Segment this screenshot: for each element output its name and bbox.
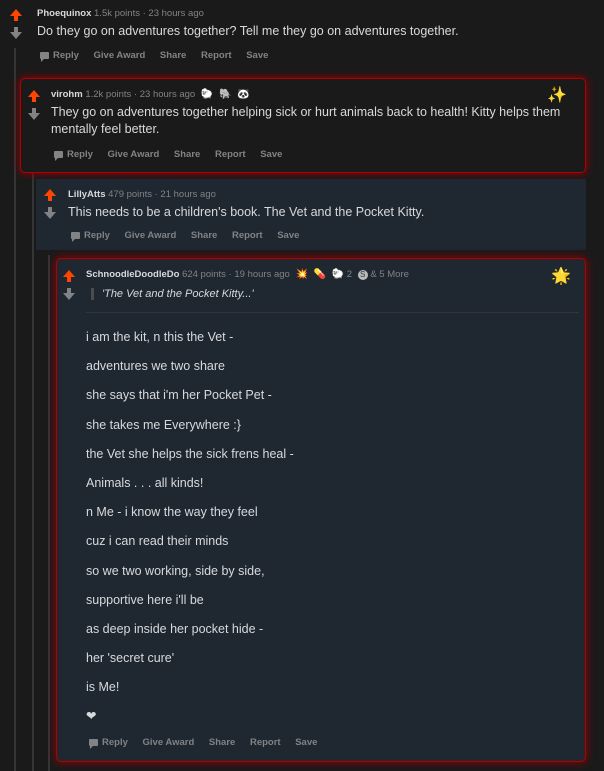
award-icon[interactable]: 🐑 [201,89,213,100]
give-award-button[interactable]: Give Award [143,737,195,748]
give-award-button[interactable]: Give Award [125,230,177,241]
comment-body: This needs to be a children's book. The … [68,205,425,219]
poem-line: so we two working, side by side, [86,563,265,578]
poem-line: the Vet she helps the sick frens heal - [86,446,294,461]
username[interactable]: SchnoodleDoodleDo [86,269,179,280]
poem-line: as deep inside her pocket hide - [86,621,264,636]
poem-line: Animals . . . all kinds! [86,475,204,490]
upvote-icon[interactable] [27,90,41,102]
reply-icon [54,151,63,161]
comment-meta: Phoequinox 1.5k points · 23 hours ago [37,8,204,19]
heart-icon: ❤ [86,709,97,724]
divider [86,312,579,313]
award-count: 2 [346,269,353,281]
vote-controls [9,9,23,39]
timestamp[interactable]: 23 hours ago [140,89,195,100]
report-button[interactable]: Report [232,230,263,241]
give-award-button[interactable]: Give Award [94,50,146,61]
report-button[interactable]: Report [201,50,232,61]
reply-icon [89,739,98,749]
share-button[interactable]: Share [160,50,186,61]
poem-line: she says that i'm her Pocket Pet - [86,388,272,403]
poem-line: n Me - i know the way they feel [86,505,258,520]
reply-button[interactable]: Reply [40,50,79,62]
more-awards[interactable]: & 5 More [370,269,409,280]
quote-block: 'The Vet and the Pocket Kitty...' [91,288,254,300]
timestamp[interactable]: 23 hours ago [148,8,203,19]
save-button[interactable]: Save [246,50,268,61]
report-button[interactable]: Report [250,737,281,748]
points: 479 points [108,189,152,200]
sparkle-award-icon: ✨ [547,87,567,104]
timestamp[interactable]: 21 hours ago [160,189,215,200]
poem-line: she takes me Everywhere :} [86,417,241,432]
timestamp[interactable]: 19 hours ago [234,269,289,280]
comment-body: i am the kit, n this the Vet - adventure… [86,329,566,738]
upvote-icon[interactable] [9,9,23,21]
upvote-icon[interactable] [62,270,76,282]
vote-controls [62,270,76,300]
report-button[interactable]: Report [215,149,246,160]
downvote-icon[interactable] [43,207,57,219]
award-icon[interactable]: 🐑 [332,269,344,280]
comment-meta: LillyAtts 479 points · 21 hours ago [68,189,216,200]
share-button[interactable]: Share [174,149,200,160]
comment-body: They go on adventures together helping s… [51,105,561,136]
share-button[interactable]: Share [209,737,235,748]
reply-icon [71,232,80,242]
poem-line: adventures we two share [86,359,225,374]
award-icon[interactable]: 🐘 [219,89,231,100]
username[interactable]: virohm [51,89,83,100]
thread-line[interactable] [14,48,16,771]
upvote-icon[interactable] [43,189,57,201]
vote-controls [27,90,41,120]
reply-icon [40,52,49,62]
save-button[interactable]: Save [295,737,317,748]
comment-actions: Reply Give Award Share Report Save [54,149,294,161]
award-icon[interactable]: 💥 [295,269,307,280]
points: 1.2k points [85,89,132,101]
award-icon[interactable]: 🐼 [237,89,249,100]
comment-actions: Reply Give Award Share Report Save [71,230,311,242]
username[interactable]: Phoequinox [37,8,91,19]
comment-meta: SchnoodleDoodleDo 624 points · 19 hours … [86,269,409,281]
poem-line: is Me! [86,680,120,695]
downvote-icon[interactable] [9,27,23,39]
points: 624 points [182,269,226,281]
reply-button[interactable]: Reply [89,737,128,749]
award-icon[interactable]: 💊 [314,269,326,280]
poem-line: i am the kit, n this the Vet - [86,330,234,344]
vote-controls [43,189,57,219]
points: 1.5k points [94,8,140,19]
comment-meta: virohm 1.2k points · 23 hours ago 🐑 🐘 🐼 [51,89,250,101]
comment-actions: Reply Give Award Share Report Save [89,737,329,749]
poem-line: her 'secret cure' [86,651,175,666]
poem-line: supportive here i'll be [86,592,204,607]
comment-actions: Reply Give Award Share Report Save [40,50,280,62]
save-button[interactable]: Save [277,230,299,241]
thread-line[interactable] [32,172,34,771]
give-award-button[interactable]: Give Award [108,149,160,160]
poem-line: cuz i can read their minds [86,534,229,549]
downvote-icon[interactable] [62,288,76,300]
reply-button[interactable]: Reply [71,230,110,242]
save-button[interactable]: Save [260,149,282,160]
thread-line[interactable] [48,255,50,771]
silver-award-icon[interactable]: S [357,269,368,280]
share-button[interactable]: Share [191,230,217,241]
star-award-icon: 🌟 [551,268,571,285]
reply-button[interactable]: Reply [54,149,93,161]
comment-body: Do they go on adventures together? Tell … [37,24,459,38]
username[interactable]: LillyAtts [68,189,105,200]
downvote-icon[interactable] [27,108,41,120]
